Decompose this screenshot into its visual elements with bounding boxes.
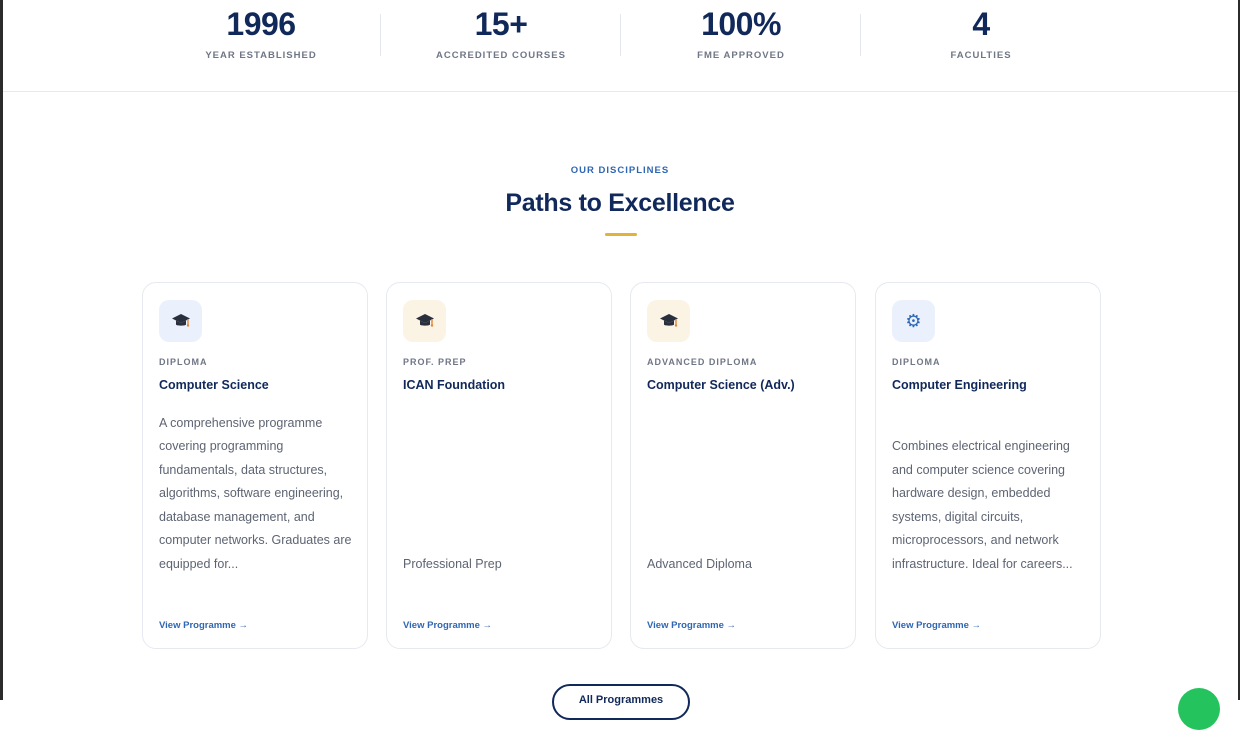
view-programme-link[interactable]: View Programme → xyxy=(159,620,248,631)
programme-card-computer-science-adv[interactable]: ADVANCED DIPLOMA Computer Science (Adv.)… xyxy=(630,282,856,649)
gear-icon: ⚙ xyxy=(892,300,935,342)
whatsapp-chat-button[interactable] xyxy=(1178,688,1220,730)
stat-value: 100% xyxy=(701,6,781,42)
card-title: ICAN Foundation xyxy=(403,378,506,392)
section-eyebrow: OUR DISCIPLINES xyxy=(570,165,670,176)
window-frame-left xyxy=(0,0,3,700)
view-programme-link[interactable]: View Programme → xyxy=(403,620,492,631)
stat-label: FME APPROVED xyxy=(697,50,785,61)
graduation-cap-icon xyxy=(159,300,202,342)
stat-value: 15+ xyxy=(474,6,528,42)
card-description: Combines electrical engineering and comp… xyxy=(892,439,1073,571)
stat-year-established: 1996 YEAR ESTABLISHED xyxy=(141,0,381,61)
card-tag: PROF. PREP xyxy=(403,357,467,367)
card-description: A comprehensive programme covering progr… xyxy=(159,415,352,571)
all-programmes-button[interactable]: All Programmes xyxy=(552,684,690,720)
card-title: Computer Engineering xyxy=(892,378,1027,392)
programme-card-ican-foundation[interactable]: PROF. PREP ICAN Foundation Professional … xyxy=(386,282,612,649)
card-description: Advanced Diploma xyxy=(647,556,752,571)
title-accent-underline xyxy=(605,233,637,236)
stat-label: YEAR ESTABLISHED xyxy=(205,50,317,61)
stat-label: ACCREDITED COURSES xyxy=(436,50,566,61)
view-programme-link[interactable]: View Programme → xyxy=(647,620,736,631)
stat-value: 1996 xyxy=(226,6,296,42)
graduation-cap-icon xyxy=(403,300,446,342)
card-title: Computer Science xyxy=(159,378,269,392)
programme-card-computer-engineering[interactable]: ⚙ DIPLOMA Computer Engineering Combines … xyxy=(875,282,1101,649)
card-tag: DIPLOMA xyxy=(159,357,208,367)
stat-label: FACULTIES xyxy=(950,50,1012,61)
card-tag: ADVANCED DIPLOMA xyxy=(647,357,758,367)
stat-accredited-courses: 15+ ACCREDITED COURSES xyxy=(381,0,621,61)
card-description: Professional Prep xyxy=(403,556,502,571)
programme-card-computer-science[interactable]: DIPLOMA Computer Science A comprehensive… xyxy=(142,282,368,649)
stats-strip: 1996 YEAR ESTABLISHED 15+ ACCREDITED COU… xyxy=(3,0,1238,92)
stat-value: 4 xyxy=(972,6,990,42)
view-programme-link[interactable]: View Programme → xyxy=(892,620,981,631)
stat-faculties: 4 FACULTIES xyxy=(861,0,1101,61)
card-tag: DIPLOMA xyxy=(892,357,941,367)
section-title: Paths to Excellence xyxy=(505,189,735,217)
card-title: Computer Science (Adv.) xyxy=(647,378,795,392)
stat-fme-approved: 100% FME APPROVED xyxy=(621,0,861,61)
graduation-cap-icon xyxy=(647,300,690,342)
